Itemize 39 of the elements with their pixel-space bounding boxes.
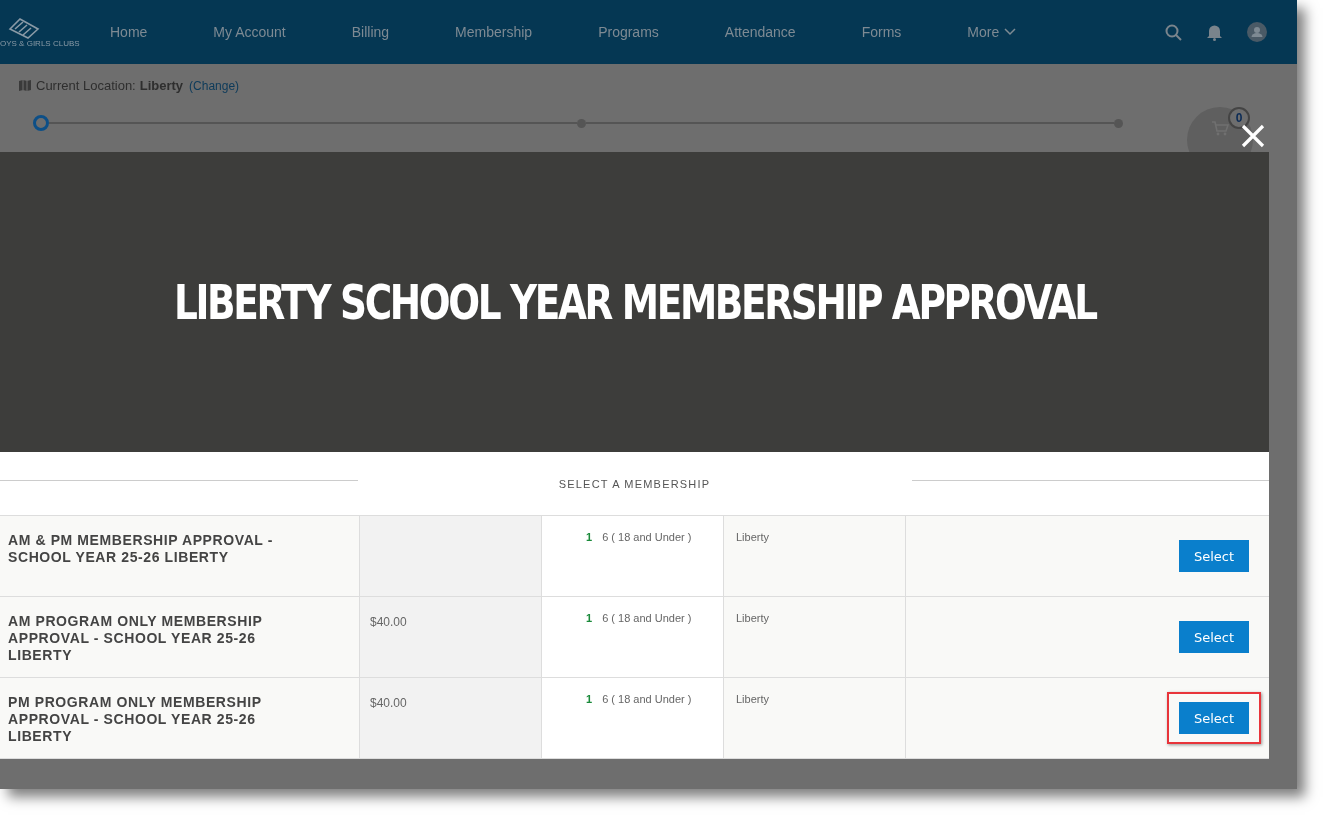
logo-icon[interactable] (6, 16, 42, 39)
nav-link[interactable]: My Account (180, 24, 319, 40)
nav-link[interactable]: Billing (318, 24, 423, 40)
select-button[interactable]: Select (1179, 540, 1249, 572)
avatar-icon[interactable] (1247, 22, 1267, 42)
nav-link[interactable]: Forms (828, 24, 935, 40)
location: Liberty (736, 693, 770, 705)
close-icon[interactable] (1241, 124, 1265, 148)
map-icon (18, 79, 32, 92)
age-range: 6 ( 18 and Under ) (602, 612, 692, 626)
logo-text: OYS & GIRLS CLUBS (0, 38, 80, 48)
change-link[interactable]: (Change) (189, 78, 240, 93)
price: $40.00 (370, 615, 407, 629)
nav-link[interactable]: More (934, 24, 1050, 40)
nav-link[interactable]: Attendance (691, 24, 829, 40)
select-button[interactable]: Select (1179, 702, 1249, 734)
modal-title: LIBERTY SCHOOL YEAR MEMBERSHIP APPROVAL (173, 274, 1096, 330)
nav-link[interactable]: Programs (565, 24, 692, 40)
cart-icon (1211, 121, 1229, 136)
membership-name: AM & PM MEMBERSHIP APPROVAL - SCHOOL YEAR 25-26 LIBERTY (0, 516, 360, 596)
location: Liberty (736, 612, 770, 624)
chevron-down-icon (1004, 28, 1017, 36)
location-label: Current Location: (36, 78, 136, 93)
nav-link[interactable]: Membership (422, 24, 566, 40)
nav-link[interactable]: Home (76, 24, 181, 40)
location: Liberty (736, 531, 770, 543)
count: 1 (586, 612, 593, 626)
price: $40.00 (370, 696, 407, 710)
count: 1 (586, 531, 593, 545)
select-button[interactable]: Select (1179, 621, 1249, 653)
membership-name: AM PROGRAM ONLY MEMBERSHIP APPROVAL - SCHOOL YEAR 25-26 LIBERTY (0, 597, 360, 677)
age-range: 6 ( 18 and Under ) (602, 531, 692, 545)
bell-icon[interactable] (1206, 23, 1223, 41)
location-value: Liberty (139, 78, 184, 93)
age-range: 6 ( 18 and Under ) (602, 693, 692, 707)
count: 1 (586, 693, 593, 707)
search-icon[interactable] (1165, 23, 1182, 41)
section-heading: SELECT A MEMBERSHIP (557, 477, 712, 490)
membership-name: PM PROGRAM ONLY MEMBERSHIP APPROVAL - SCHOOL YEAR 25-26 LIBERTY (0, 678, 360, 758)
